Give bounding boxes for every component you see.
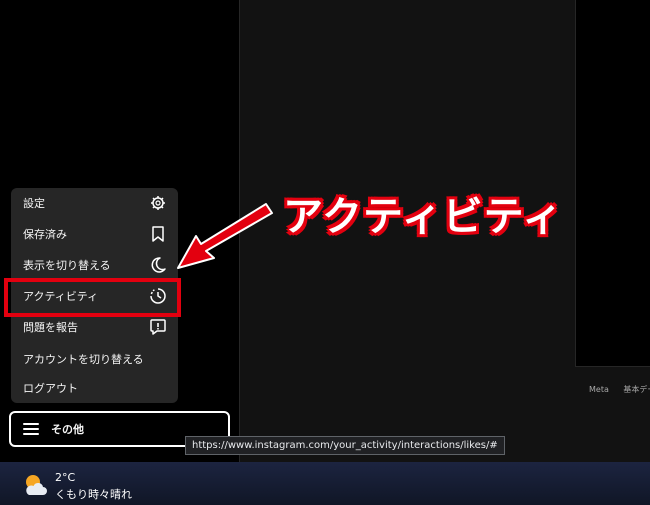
- menu-item-label: 問題を報告: [23, 321, 78, 334]
- menu-item-logout[interactable]: ログアウト: [11, 375, 178, 401]
- footer-link-basic-data[interactable]: 基本デー: [623, 385, 650, 394]
- menu-item-saved[interactable]: 保存済み: [11, 221, 178, 247]
- status-url-tooltip: https://www.instagram.com/your_activity/…: [185, 436, 505, 455]
- menu-item-label: 表示を切り替える: [23, 259, 111, 272]
- footer-links: Meta 基本デー: [589, 384, 650, 395]
- hamburger-icon: [23, 423, 39, 435]
- annotation-callout: アクティビティ: [283, 194, 564, 240]
- moon-icon: [149, 256, 167, 274]
- report-icon: [149, 318, 167, 336]
- more-button-label: その他: [51, 423, 84, 436]
- weather-temperature: 2°C: [55, 471, 76, 484]
- footer-link-meta[interactable]: Meta: [589, 385, 609, 394]
- menu-item-switch-account[interactable]: アカウントを切り替える: [11, 346, 178, 372]
- weather-condition: くもり時々晴れ: [55, 488, 132, 501]
- menu-item-settings[interactable]: 設定: [11, 190, 178, 216]
- activity-highlight-box: [4, 278, 181, 317]
- menu-item-switch-appearance[interactable]: 表示を切り替える: [11, 252, 178, 278]
- menu-item-label: ログアウト: [23, 382, 78, 395]
- menu-item-label: 設定: [23, 197, 45, 210]
- menu-item-label: 保存済み: [23, 228, 67, 241]
- gear-icon: [149, 194, 167, 212]
- menu-item-report-problem[interactable]: 問題を報告: [11, 314, 178, 340]
- menu-item-label: アカウントを切り替える: [23, 353, 144, 366]
- weather-partly-cloudy-icon[interactable]: [22, 473, 48, 497]
- bookmark-icon: [149, 225, 167, 243]
- post-panel: [575, 0, 650, 367]
